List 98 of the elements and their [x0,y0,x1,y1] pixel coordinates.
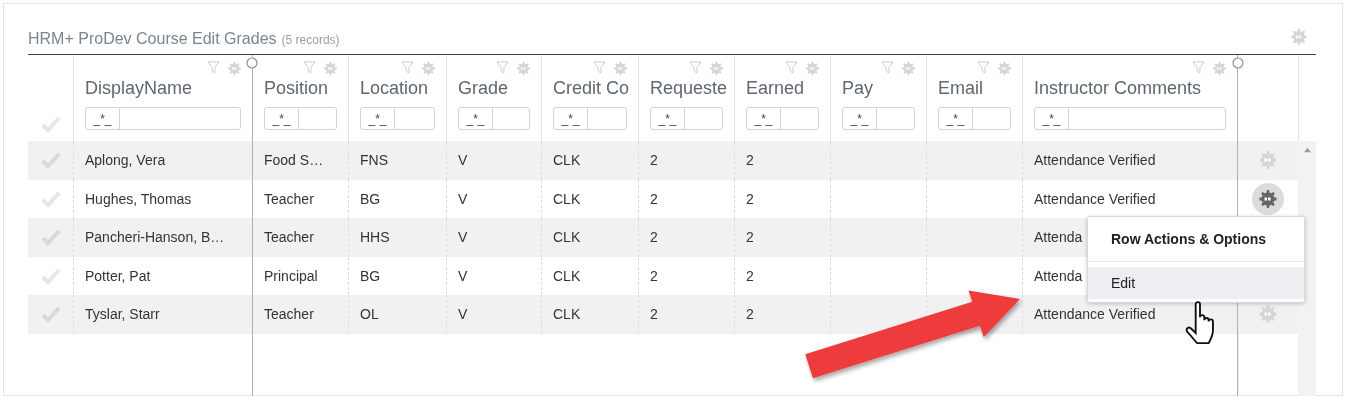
filter-field[interactable]: _*_ [553,107,627,130]
menu-item[interactable]: Edit [1088,267,1304,299]
table-cell: 2 [746,229,754,246]
settings-icon[interactable] [709,61,724,76]
table-cell: 2 [746,267,754,284]
filter-field[interactable]: _*_ [938,107,1011,130]
filter-field[interactable]: _*_ [264,107,337,130]
settings-icon[interactable] [227,61,242,76]
column-header[interactable]: DisplayName [85,78,252,100]
settings-icon[interactable] [421,61,436,76]
table-cell: Aplong, Vera [85,152,166,169]
table-cell: 2 [650,267,658,284]
table-cell: Pancheri-Hanson, B… [85,229,225,246]
record-count: (5 records) [281,33,340,47]
table-cell: V [458,267,468,284]
null [1258,188,1278,209]
column-header[interactable]: Location [360,78,446,100]
table-cell: Teacher [264,306,314,323]
column-header[interactable]: Credit Co [553,78,638,100]
menu-title: Row Actions & Options [1088,217,1304,262]
scroll-up-icon[interactable] [1302,147,1312,153]
table-cell: V [458,190,468,207]
filter-icon[interactable] [496,61,509,74]
table-cell: HHS [360,229,390,246]
column-header[interactable]: Requeste [650,78,734,100]
table-cell: Attendance Verified [1034,306,1156,323]
settings-icon[interactable] [1290,28,1308,46]
filter-field[interactable]: _*_ [650,107,723,130]
settings-icon[interactable] [997,61,1012,76]
settings-icon[interactable] [805,61,820,76]
filter-field[interactable]: _*_ [85,107,241,130]
filter-icon[interactable] [689,61,702,74]
filter-icon[interactable] [785,61,798,74]
null [1258,150,1278,171]
table-row[interactable]: Tyslar, Starr Teacher OL V CLK 2 2 Attendance Verified [28,295,1298,334]
table-cell: 2 [746,152,754,169]
table-cell: BG [360,190,381,207]
null [1258,304,1278,325]
checkmark-icon[interactable] [39,114,62,134]
checkmark-icon[interactable] [39,304,62,325]
resize-handle-icon[interactable] [1232,57,1244,69]
column-header[interactable]: Position [264,78,348,100]
table-cell: V [458,306,468,323]
table-cell: 2 [650,306,658,323]
row-actions-button[interactable] [1252,182,1284,215]
column-header[interactable]: Instructor Comments [1034,78,1237,100]
table-cell: Teacher [264,190,314,207]
table-cell: Potter, Pat [85,267,151,284]
table-cell: CLK [553,152,581,169]
checkmark-icon[interactable] [39,227,62,248]
table-cell: Attenda [1034,267,1083,284]
table-cell: Food S… [264,152,324,169]
table-cell: V [458,229,468,246]
settings-icon[interactable] [901,61,916,76]
table-cell: 2 [650,229,658,246]
table-cell: CLK [553,306,581,323]
filter-icon[interactable] [303,61,316,74]
table-cell: V [458,152,468,169]
table-cell: CLK [553,190,581,207]
panel-title: HRM+ ProDev Course Edit Grades [28,30,277,48]
table-row[interactable]: Aplong, Vera Food S… FNS V CLK 2 2 Attendance Verified [28,141,1298,180]
settings-icon[interactable] [613,61,628,76]
table-cell: OL [360,306,379,323]
settings-icon[interactable] [323,61,338,76]
filter-icon[interactable] [881,61,894,74]
table-cell: 2 [650,152,658,169]
settings-icon[interactable] [516,61,531,76]
table-cell: BG [360,267,381,284]
table-cell: 2 [746,306,754,323]
table-cell: Teacher [264,229,314,246]
filter-field[interactable]: _*_ [1034,107,1226,130]
table-cell: Attendance Verified [1034,190,1156,207]
column-header[interactable]: Earned [746,78,830,100]
table-cell: Tyslar, Starr [85,306,160,323]
filter-icon[interactable] [1192,61,1205,74]
filter-field[interactable]: _*_ [842,107,915,130]
filter-field[interactable]: _*_ [458,107,530,130]
settings-icon[interactable] [1212,61,1227,76]
column-header[interactable]: Grade [458,78,541,100]
filter-icon[interactable] [977,61,990,74]
filter-field[interactable]: _*_ [360,107,435,130]
column-header[interactable]: Pay [842,78,926,100]
table-cell: Principal [264,267,318,284]
table-cell: Attendance Verified [1034,152,1156,169]
table-cell: Hughes, Thomas [85,190,192,207]
filter-icon[interactable] [207,61,220,74]
table-cell: 2 [650,190,658,207]
filter-icon[interactable] [401,61,414,74]
table-cell: FNS [360,152,388,169]
table-cell: Attenda [1034,229,1083,246]
filter-icon[interactable] [593,61,606,74]
table-cell: CLK [553,267,581,284]
filter-field[interactable]: _*_ [746,107,819,130]
table-cell: CLK [553,229,581,246]
column-header[interactable]: Email [938,78,1022,100]
resize-handle-icon[interactable] [246,57,258,69]
checkmark-icon[interactable] [39,150,62,171]
table-cell: 2 [746,190,754,207]
